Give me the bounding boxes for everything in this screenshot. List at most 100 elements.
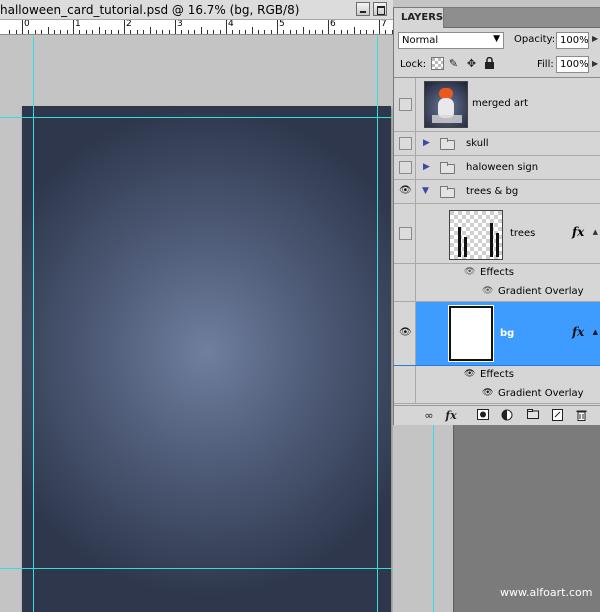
opacity-slider-arrow-icon[interactable]: ▶: [592, 34, 600, 51]
ruler-tick: [385, 30, 387, 34]
visibility-cell[interactable]: [394, 204, 416, 263]
layer-name[interactable]: haloween sign: [466, 162, 538, 173]
ruler-tick: [270, 30, 272, 34]
effects-toggle-icon[interactable]: ▲: [593, 328, 598, 336]
effect-name: Gradient Overlay: [498, 286, 584, 297]
visibility-cell: [394, 283, 416, 301]
effects-toggle-icon[interactable]: ▲: [593, 228, 598, 236]
ruler-tick: [372, 30, 374, 34]
tab-layers[interactable]: LAYERS: [394, 8, 444, 28]
ruler-tick: [340, 30, 342, 34]
ruler-tick: [143, 30, 145, 34]
blend-mode-value: Normal: [402, 35, 439, 46]
trash-icon[interactable]: [574, 409, 588, 422]
guide-vertical-left[interactable]: [33, 36, 34, 612]
ruler-tick: [334, 30, 336, 34]
visibility-cell[interactable]: [394, 132, 416, 155]
eye-icon[interactable]: 👁: [482, 286, 493, 296]
minimize-button[interactable]: [356, 2, 370, 16]
guide-horizontal-bottom[interactable]: [0, 568, 393, 569]
guide-horizontal-top[interactable]: [0, 117, 393, 118]
ruler-number: 7: [381, 20, 387, 29]
ruler-tick: [60, 30, 62, 34]
effect-row-trees-gradient-overlay[interactable]: 👁 Gradient Overlay: [394, 283, 600, 302]
document-titlebar[interactable]: halloween_card_tutorial.psd @ 16.7% (bg,…: [0, 0, 393, 20]
layer-name[interactable]: trees & bg: [466, 186, 518, 197]
layer-row-skull[interactable]: ▶ skull: [394, 132, 600, 156]
canvas-area-right: [393, 425, 453, 612]
layer-thumbnail-merged-art: [424, 81, 468, 128]
ruler-tick: [22, 20, 23, 34]
new-layer-icon[interactable]: [550, 409, 564, 422]
effects-row-bg[interactable]: 👁 Effects: [394, 366, 600, 385]
fill-slider-arrow-icon[interactable]: ▶: [592, 59, 600, 76]
guide-vertical-far[interactable]: [433, 425, 434, 612]
mask-icon[interactable]: [476, 409, 490, 422]
guide-vertical-right[interactable]: [377, 36, 378, 612]
ruler-tick: [9, 30, 11, 34]
artboard[interactable]: [22, 106, 391, 612]
ruler-number: 6: [330, 20, 336, 29]
ruler-tick: [251, 27, 253, 34]
visibility-cell[interactable]: 👁: [394, 302, 416, 365]
eye-icon[interactable]: 👁: [464, 267, 475, 277]
visibility-cell[interactable]: [394, 78, 416, 131]
effect-row-bg-gradient-overlay[interactable]: 👁 Gradient Overlay: [394, 385, 600, 404]
ruler-tick: [353, 27, 355, 34]
visibility-cell[interactable]: [394, 156, 416, 179]
folder-icon: [440, 162, 455, 174]
folder-icon: [440, 138, 455, 150]
layers-tabbar: LAYERS: [394, 8, 600, 28]
ruler-tick: [219, 30, 221, 34]
collapse-triangle-icon[interactable]: ▼: [422, 186, 429, 196]
ruler-tick: [92, 30, 94, 34]
ruler-tick: [117, 30, 119, 34]
layer-name[interactable]: merged art: [472, 98, 528, 109]
layer-row-merged-art[interactable]: merged art: [394, 78, 600, 132]
layers-footer-toolbar: ∞ fx: [394, 405, 600, 425]
lock-position-icon[interactable]: ✥: [465, 57, 478, 70]
expand-triangle-icon[interactable]: ▶: [423, 162, 430, 172]
fx-icon[interactable]: fx: [572, 225, 584, 239]
visibility-cell[interactable]: 👁: [394, 180, 416, 203]
ruler-tick: [302, 27, 304, 34]
visibility-toggle-off[interactable]: [399, 161, 412, 174]
canvas-area[interactable]: [0, 36, 393, 612]
fill-input[interactable]: 100%: [556, 56, 589, 73]
horizontal-ruler[interactable]: 0 1 2 3 4 5 6 7: [0, 20, 393, 35]
lock-paint-icon[interactable]: ✎: [447, 57, 460, 70]
watermark: www.alfoart.com: [500, 586, 593, 599]
lock-transparency-icon[interactable]: [431, 57, 444, 70]
effects-row-trees[interactable]: 👁 Effects: [394, 264, 600, 283]
layers-panel: LAYERS Normal ▼ Opacity: 100% ▶ Lock: ✎ …: [393, 7, 600, 425]
blend-mode-select[interactable]: Normal ▼: [398, 32, 504, 49]
document-window: halloween_card_tutorial.psd @ 16.7% (bg,…: [0, 0, 393, 612]
add-style-fx-icon[interactable]: fx: [444, 409, 458, 422]
maximize-button[interactable]: [373, 2, 387, 16]
opacity-input[interactable]: 100%: [556, 32, 589, 49]
ruler-tick: [28, 30, 30, 34]
layer-name[interactable]: trees: [510, 228, 535, 239]
eye-icon[interactable]: 👁: [464, 369, 475, 379]
visibility-toggle-off[interactable]: [399, 227, 412, 240]
layer-name[interactable]: bg: [500, 328, 514, 339]
visibility-toggle-off[interactable]: [399, 98, 412, 111]
link-icon[interactable]: ∞: [422, 409, 436, 422]
layer-row-trees-bg[interactable]: 👁 ▼ trees & bg: [394, 180, 600, 204]
fx-icon[interactable]: fx: [572, 325, 584, 339]
eye-icon[interactable]: 👁: [399, 185, 412, 196]
adjustment-icon[interactable]: [500, 409, 514, 422]
eye-icon[interactable]: 👁: [399, 327, 412, 338]
expand-triangle-icon[interactable]: ▶: [423, 138, 430, 148]
ruler-tick: [321, 30, 323, 34]
layer-row-trees[interactable]: trees fx ▲: [394, 204, 600, 264]
visibility-toggle-off[interactable]: [399, 137, 412, 150]
ruler-tick: [264, 30, 266, 34]
lock-all-icon[interactable]: [483, 56, 496, 70]
eye-icon[interactable]: 👁: [482, 388, 493, 398]
group-icon[interactable]: [526, 409, 540, 422]
layer-name[interactable]: skull: [466, 138, 489, 149]
ruler-tick: [104, 30, 106, 34]
layer-row-haloween-sign[interactable]: ▶ haloween sign: [394, 156, 600, 180]
layer-row-bg[interactable]: 👁 bg fx ▲: [394, 302, 600, 366]
